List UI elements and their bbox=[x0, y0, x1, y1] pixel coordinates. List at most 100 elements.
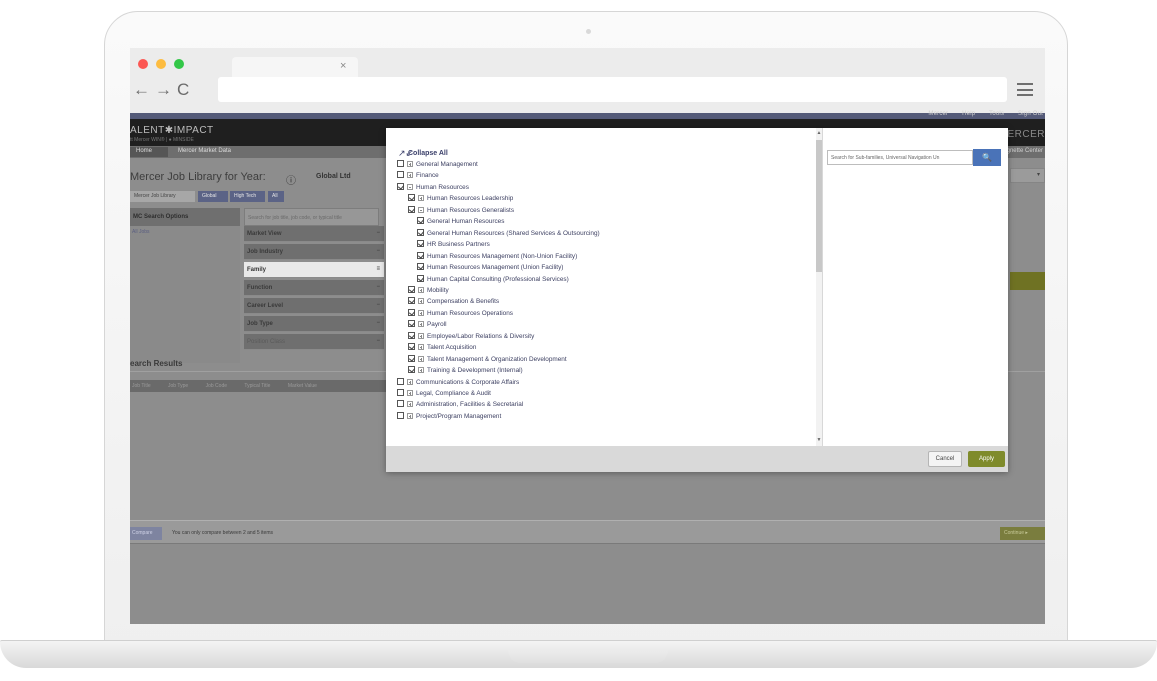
expand-icon[interactable] bbox=[418, 344, 424, 351]
tree-item[interactable]: Mobility bbox=[408, 285, 449, 296]
tree-checkbox[interactable] bbox=[417, 217, 424, 225]
tree-item[interactable]: Legal, Compliance & Audit bbox=[397, 388, 491, 399]
facet-function[interactable]: Function − bbox=[244, 280, 384, 296]
tree-checkbox[interactable] bbox=[408, 331, 415, 339]
tab-all[interactable]: All bbox=[268, 191, 284, 202]
tree-checkbox[interactable] bbox=[408, 354, 415, 362]
facet-market-view[interactable]: Market View − bbox=[244, 226, 384, 242]
expand-icon[interactable] bbox=[418, 309, 424, 316]
year-select[interactable]: ▾ bbox=[1010, 168, 1045, 183]
tree-item[interactable]: Talent Acquisition bbox=[408, 342, 476, 353]
tree-item[interactable]: Payroll bbox=[408, 319, 447, 330]
collapse-icon[interactable]: − bbox=[376, 284, 380, 290]
cancel-button[interactable]: Cancel bbox=[928, 451, 962, 467]
top-link[interactable]: Mercer bbox=[928, 111, 948, 117]
tree-checkbox[interactable] bbox=[397, 411, 404, 419]
tree-checkbox[interactable] bbox=[417, 274, 424, 282]
collapse-icon[interactable] bbox=[418, 206, 424, 213]
expand-icon[interactable] bbox=[407, 401, 413, 408]
info-icon[interactable]: ⓘ bbox=[286, 172, 296, 187]
compare-button[interactable]: Compare bbox=[130, 527, 162, 540]
facet-position-class[interactable]: Position Class − bbox=[244, 334, 384, 350]
expand-icon[interactable] bbox=[418, 321, 424, 328]
tree-checkbox[interactable] bbox=[408, 343, 415, 351]
column-header[interactable]: Job Title bbox=[132, 383, 151, 389]
tree-item[interactable]: Training & Development (Internal) bbox=[408, 365, 523, 376]
collapse-icon[interactable]: − bbox=[376, 338, 380, 344]
tree-checkbox[interactable] bbox=[408, 285, 415, 293]
tree-checkbox[interactable] bbox=[408, 194, 415, 202]
minimize-window-button[interactable] bbox=[156, 59, 166, 69]
tree-checkbox[interactable] bbox=[408, 308, 415, 316]
tree-item[interactable]: General Human Resources (Shared Services… bbox=[417, 228, 600, 239]
tree-item[interactable]: HR Business Partners bbox=[417, 239, 490, 250]
tree-item[interactable]: General Management bbox=[397, 159, 478, 170]
expand-icon[interactable] bbox=[407, 412, 413, 419]
breadcrumb-home[interactable]: Home bbox=[130, 147, 168, 157]
tree-checkbox[interactable] bbox=[397, 389, 404, 396]
apply-button[interactable]: Apply bbox=[968, 451, 1005, 467]
tab-close-icon[interactable]: × bbox=[340, 60, 346, 72]
menu-icon[interactable] bbox=[1017, 83, 1033, 96]
tree-item[interactable]: Human Resources Operations bbox=[408, 308, 513, 319]
tree-checkbox[interactable] bbox=[397, 400, 404, 408]
tree-checkbox[interactable] bbox=[408, 205, 415, 213]
tree-item[interactable]: Project/Program Management bbox=[397, 411, 501, 422]
tree-checkbox[interactable] bbox=[417, 240, 424, 248]
tree-item[interactable]: Compensation & Benefits bbox=[408, 296, 499, 307]
collapse-icon[interactable]: − bbox=[376, 248, 380, 254]
maximize-window-button[interactable] bbox=[174, 59, 184, 69]
tab-mercer-job-library[interactable]: Mercer Job Library bbox=[130, 191, 195, 202]
tree-checkbox[interactable] bbox=[397, 171, 404, 179]
collapse-icon[interactable]: − bbox=[376, 302, 380, 308]
facet-career-level[interactable]: Career Level − bbox=[244, 298, 384, 314]
collapse-all-link[interactable]: Collapse All bbox=[408, 150, 448, 157]
tree-item[interactable]: Human Resources Leadership bbox=[408, 193, 513, 204]
expand-icon[interactable] bbox=[407, 172, 413, 179]
expand-icon[interactable] bbox=[418, 367, 424, 374]
tab-high-tech[interactable]: High Tech bbox=[230, 191, 265, 202]
tree-item[interactable]: Human Capital Consulting (Professional S… bbox=[417, 274, 569, 285]
tree-checkbox[interactable] bbox=[397, 182, 404, 190]
tree-item[interactable]: Human Resources bbox=[397, 182, 469, 193]
tree-item[interactable]: Talent Management & Organization Develop… bbox=[408, 354, 567, 365]
column-header[interactable]: Job Code bbox=[206, 383, 227, 389]
tree-item[interactable]: General Human Resources bbox=[417, 216, 504, 227]
tree-checkbox[interactable] bbox=[397, 377, 404, 385]
facet-job-type[interactable]: Job Type − bbox=[244, 316, 384, 332]
tree-checkbox[interactable] bbox=[408, 297, 415, 305]
tab-global[interactable]: Global bbox=[198, 191, 228, 202]
collapse-icon[interactable] bbox=[407, 183, 413, 190]
expand-icon[interactable] bbox=[418, 332, 424, 339]
top-link[interactable]: Help bbox=[962, 111, 975, 117]
tree-item[interactable]: Administration, Facilities & Secretarial bbox=[397, 399, 523, 410]
tree-checkbox[interactable] bbox=[408, 320, 415, 328]
collapse-icon[interactable]: − bbox=[376, 230, 380, 236]
address-bar[interactable] bbox=[218, 77, 1007, 102]
top-link[interactable]: Sign Out bbox=[1018, 111, 1043, 117]
expand-icon[interactable] bbox=[407, 161, 413, 167]
column-header[interactable]: Job Type bbox=[168, 383, 188, 389]
tree-item[interactable]: Finance bbox=[397, 170, 439, 181]
list-icon[interactable]: ≡ bbox=[376, 266, 380, 272]
expand-icon[interactable] bbox=[418, 298, 424, 305]
top-link[interactable]: Tools bbox=[989, 111, 1004, 117]
search-button[interactable]: 🔍 bbox=[973, 149, 1001, 166]
continue-button[interactable]: Continue ▸ bbox=[1000, 527, 1045, 540]
breadcrumb-market-data[interactable]: Mercer Market Data bbox=[172, 147, 244, 157]
tree-item[interactable]: Human Resources Management (Non-Union Fa… bbox=[417, 251, 577, 262]
app-logo[interactable]: ALENT✱IMPACT bbox=[130, 125, 214, 136]
subfamily-search-input[interactable]: Search for Sub-families, Universal Navig… bbox=[827, 150, 973, 165]
tree-item[interactable]: Communications & Corporate Affairs bbox=[397, 377, 519, 388]
expand-icon[interactable] bbox=[418, 286, 424, 293]
collapse-icon[interactable]: − bbox=[376, 320, 380, 326]
column-header[interactable]: Typical Title bbox=[244, 383, 270, 389]
column-header[interactable]: Market Value bbox=[288, 383, 317, 389]
tree-checkbox[interactable] bbox=[417, 263, 424, 271]
tree-item[interactable]: Employee/Labor Relations & Diversity bbox=[408, 331, 534, 342]
facet-job-industry[interactable]: Job Industry − bbox=[244, 244, 384, 260]
tree-item[interactable]: Human Resources Generalists bbox=[408, 205, 514, 216]
reload-icon[interactable]: C bbox=[177, 80, 189, 100]
close-window-button[interactable] bbox=[138, 59, 148, 69]
tree-checkbox[interactable] bbox=[408, 366, 415, 374]
